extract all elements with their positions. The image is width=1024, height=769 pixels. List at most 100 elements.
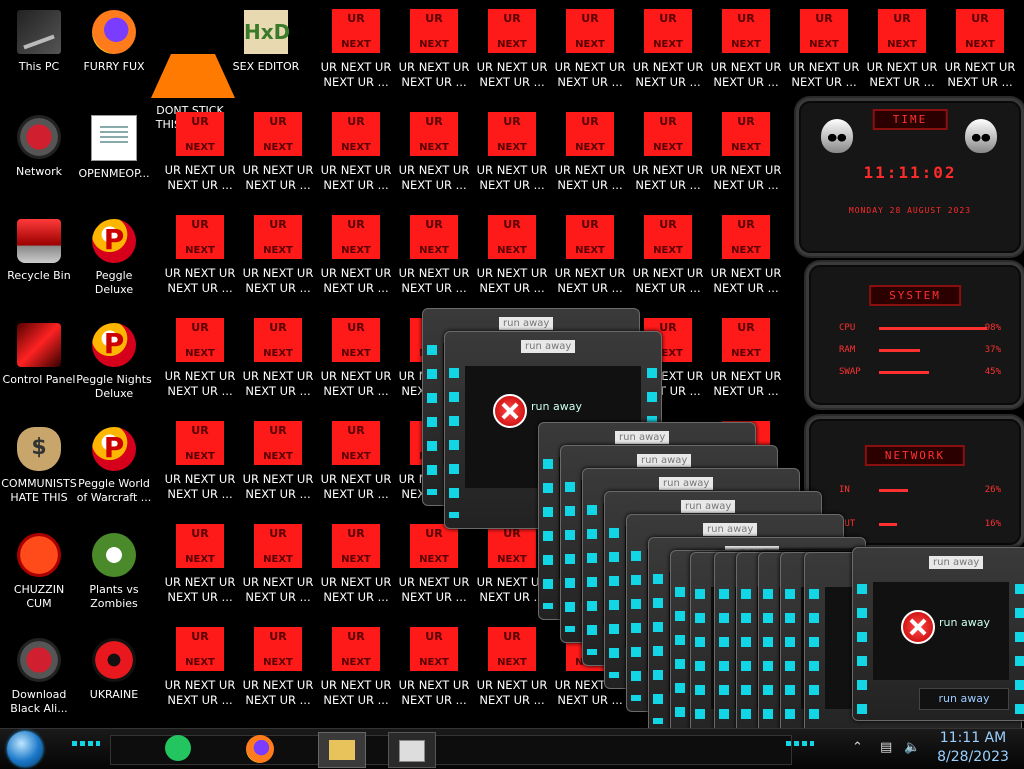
next-text: NEXT <box>731 142 761 153</box>
desktop-icon[interactable]: Peggle World of Warcraft ... <box>75 421 153 524</box>
ur-next-label: UR NEXT UR NEXT UR ... <box>164 575 236 604</box>
ur-next-shortcut[interactable]: URNEXTUR NEXT UR NEXT UR ... <box>473 622 551 725</box>
ur-next-shortcut[interactable]: URNEXTUR NEXT UR NEXT UR ... <box>161 519 239 622</box>
ur-next-shortcut[interactable]: URNEXTUR NEXT UR NEXT UR ... <box>863 4 941 107</box>
desktop-icon[interactable]: Control Panel <box>0 317 78 420</box>
ur-text: UR <box>347 630 365 643</box>
ur-next-shortcut[interactable]: URNEXTUR NEXT UR NEXT UR ... <box>473 107 551 210</box>
ur-next-shortcut[interactable]: URNEXTUR NEXT UR NEXT UR ... <box>629 210 707 313</box>
ur-text: UR <box>581 12 599 25</box>
ur-next-shortcut[interactable]: URNEXTUR NEXT UR NEXT UR ... <box>161 416 239 519</box>
next-text: NEXT <box>263 554 293 565</box>
ur-next-shortcut[interactable]: URNEXTUR NEXT UR NEXT UR ... <box>473 4 551 107</box>
widget-row-name: CPU <box>839 323 856 333</box>
messages-app-icon[interactable] <box>160 732 196 766</box>
network-tray-icon[interactable]: ▤ <box>880 741 896 755</box>
ur-next-shortcut[interactable]: URNEXTUR NEXT UR NEXT UR ... <box>785 4 863 107</box>
ur-next-shortcut[interactable]: URNEXTUR NEXT UR NEXT UR ... <box>239 622 317 725</box>
chuzzle-icon <box>17 533 61 577</box>
desktop-icon[interactable]: UKRAINE <box>75 632 153 728</box>
peggle-nights-icon <box>92 323 136 367</box>
desktop-icon-label: OPENMEOP... <box>78 167 150 180</box>
ur-next-shortcut[interactable]: URNEXTUR NEXT UR NEXT UR ... <box>395 519 473 622</box>
ur-next-shortcut[interactable]: URNEXTUR NEXT UR NEXT UR ... <box>239 519 317 622</box>
ur-next-shortcut[interactable]: URNEXTUR NEXT UR NEXT UR ... <box>161 622 239 725</box>
ur-next-shortcut[interactable]: URNEXTUR NEXT UR NEXT UR ... <box>161 210 239 313</box>
ur-next-shortcut[interactable]: URNEXTUR NEXT UR NEXT UR ... <box>707 4 785 107</box>
window-thumbnail-icon[interactable] <box>388 732 436 768</box>
widget-row-value: 45% <box>984 367 1001 377</box>
next-text: NEXT <box>341 348 371 359</box>
ur-next-shortcut[interactable]: URNEXTUR NEXT UR NEXT UR ... <box>395 107 473 210</box>
desktop-icon[interactable]: HxD SEX EDITOR <box>227 4 305 107</box>
ur-next-shortcut[interactable]: URNEXTUR NEXT UR NEXT UR ... <box>629 107 707 210</box>
firefox-taskbar-icon[interactable] <box>242 732 278 766</box>
ur-next-shortcut[interactable]: URNEXTUR NEXT UR NEXT UR ... <box>317 210 395 313</box>
desktop-icon-label: UKRAINE <box>89 688 139 701</box>
time-widget[interactable]: TIME 11:11:02 MONDAY 28 AUGUST 2023 <box>796 98 1024 256</box>
ur-next-shortcut[interactable]: URNEXTUR NEXT UR NEXT UR ... <box>551 107 629 210</box>
ur-next-shortcut[interactable]: URNEXTUR NEXT UR NEXT UR ... <box>395 210 473 313</box>
ur-next-shortcut[interactable]: URNEXTUR NEXT UR NEXT UR ... <box>707 313 785 416</box>
ur-next-shortcut[interactable]: URNEXTUR NEXT UR NEXT UR ... <box>395 4 473 107</box>
ur-next-label: UR NEXT UR NEXT UR ... <box>398 678 470 707</box>
ur-next-icon: UR NEXT <box>644 9 692 53</box>
desktop-icon[interactable]: Recycle Bin <box>0 213 78 316</box>
ur-next-shortcut[interactable]: URNEXTUR NEXT UR NEXT UR ... <box>239 210 317 313</box>
desktop-icon[interactable]: OPENMEOP... <box>75 109 153 212</box>
ur-next-shortcut[interactable]: URNEXTUR NEXT UR NEXT UR ... <box>317 519 395 622</box>
file-explorer-icon[interactable] <box>318 732 366 768</box>
hxd-editor-icon: HxD <box>244 10 290 54</box>
ur-next-icon: UR NEXT <box>722 112 770 156</box>
ur-next-shortcut[interactable]: URNEXTUR NEXT UR NEXT UR ... <box>317 107 395 210</box>
dialog-title: run away <box>521 340 576 353</box>
desktop-icon[interactable]: COMMUNISTS HATE THIS G... <box>0 421 78 524</box>
ur-next-shortcut[interactable]: URNEXTUR NEXT UR NEXT UR ... <box>239 313 317 416</box>
taskbar-clock-date[interactable]: 8/28/2023 <box>930 749 1016 765</box>
ur-next-shortcut[interactable]: URNEXTUR NEXT UR NEXT UR ... <box>239 107 317 210</box>
ur-next-shortcut[interactable]: URNEXTUR NEXT UR NEXT UR ... <box>551 4 629 107</box>
desktop-icon[interactable]: CHUZZIN CUM <box>0 527 78 630</box>
desktop-icon[interactable]: Peggle Nights Deluxe <box>75 317 153 420</box>
ur-next-label: UR NEXT UR NEXT UR ... <box>242 575 314 604</box>
ur-next-shortcut[interactable]: URNEXTUR NEXT UR NEXT UR ... <box>317 313 395 416</box>
desktop-icon[interactable]: Network <box>0 109 78 212</box>
ur-next-shortcut[interactable]: URNEXTUR NEXT UR NEXT UR ... <box>317 416 395 519</box>
ur-next-shortcut[interactable]: URNEXTUR NEXT UR NEXT UR ... <box>551 210 629 313</box>
ur-next-icon: UR NEXT <box>176 421 224 465</box>
run-away-dialog[interactable]: run away run away run away <box>852 547 1024 728</box>
ur-next-shortcut[interactable]: URNEXTUR NEXT UR NEXT UR ... <box>473 210 551 313</box>
ur-next-shortcut[interactable]: URNEXTUR NEXT UR NEXT UR ... <box>161 107 239 210</box>
ur-next-label: UR NEXT UR NEXT UR ... <box>320 678 392 707</box>
ur-next-shortcut[interactable]: URNEXTUR NEXT UR NEXT UR ... <box>707 210 785 313</box>
ur-next-shortcut[interactable]: URNEXTUR NEXT UR NEXT UR ... <box>707 107 785 210</box>
ur-next-icon: UR NEXT <box>332 318 380 362</box>
ur-next-label: UR NEXT UR NEXT UR ... <box>476 678 548 707</box>
ur-next-icon: UR NEXT <box>566 9 614 53</box>
ur-next-shortcut[interactable]: URNEXTUR NEXT UR NEXT UR ... <box>317 4 395 107</box>
taskbar-clock-time[interactable]: 11:11 AM <box>930 730 1016 746</box>
ur-next-icon: UR NEXT <box>410 9 458 53</box>
start-button[interactable] <box>7 731 43 767</box>
system-widget[interactable]: SYSTEM CPU 98% RAM 37% SWAP 45% <box>806 262 1024 408</box>
ur-next-shortcut[interactable]: URNEXTUR NEXT UR NEXT UR ... <box>161 313 239 416</box>
chevron-up-icon[interactable]: ⌃ <box>852 741 868 755</box>
desktop-icon[interactable]: DONT STICK THIS IN YO... <box>151 4 235 131</box>
desktop-icon[interactable]: Download Black Ali... <box>0 632 78 728</box>
ur-next-shortcut[interactable]: URNEXTUR NEXT UR NEXT UR ... <box>629 4 707 107</box>
desktop-icon[interactable]: FURRY FUX <box>75 4 153 107</box>
ur-next-label: UR NEXT UR NEXT UR ... <box>398 266 470 295</box>
ur-next-shortcut[interactable]: URNEXTUR NEXT UR NEXT UR ... <box>395 622 473 725</box>
ur-next-shortcut[interactable]: URNEXTUR NEXT UR NEXT UR ... <box>941 4 1019 107</box>
ur-next-shortcut[interactable]: URNEXTUR NEXT UR NEXT UR ... <box>317 622 395 725</box>
run-away-button[interactable]: run away <box>919 688 1009 710</box>
volume-icon[interactable]: 🔈 <box>904 741 920 755</box>
next-text: NEXT <box>653 142 683 153</box>
widget-row-value: 37% <box>984 345 1001 355</box>
desktop-icon[interactable]: Plants vs Zombies <box>75 527 153 630</box>
next-text: NEXT <box>731 39 761 50</box>
ur-next-shortcut[interactable]: URNEXTUR NEXT UR NEXT UR ... <box>239 416 317 519</box>
desktop-icon[interactable]: Peggle Deluxe <box>75 213 153 316</box>
widget-row-name: SWAP <box>839 367 861 377</box>
desktop-icon[interactable]: This PC <box>0 4 78 107</box>
